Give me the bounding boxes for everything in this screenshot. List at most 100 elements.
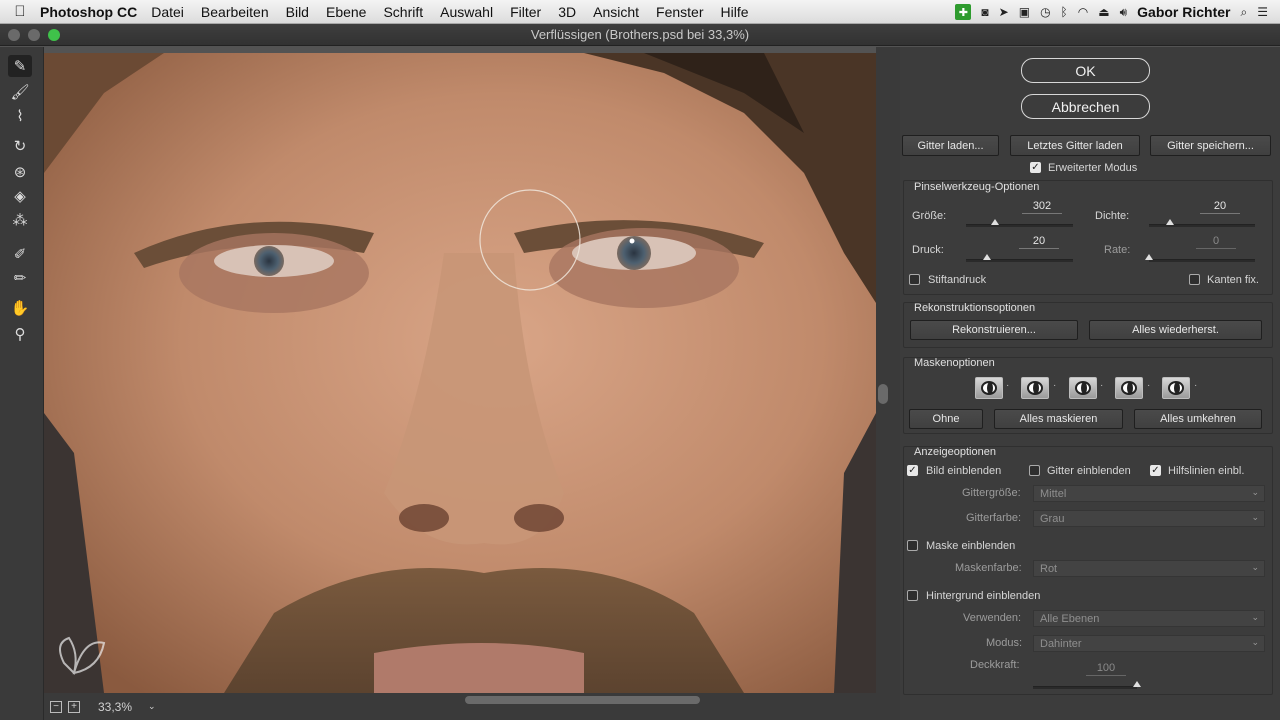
- thaw-mask-tool-icon[interactable]: ✏: [8, 267, 32, 289]
- status-app-icon[interactable]: ✚: [955, 4, 972, 20]
- reconstruct-button[interactable]: Rekonstruieren...: [910, 320, 1078, 340]
- mode-select[interactable]: Dahinter ⌄: [1033, 635, 1265, 652]
- camera-icon[interactable]: ◙: [981, 5, 988, 19]
- menu-datei[interactable]: Datei: [151, 4, 184, 20]
- opacity-field[interactable]: 100: [1086, 662, 1126, 676]
- pressure-slider[interactable]: [966, 254, 1073, 262]
- zoom-button[interactable]: [48, 29, 60, 41]
- cancel-button[interactable]: Abbrechen: [1021, 94, 1150, 119]
- pucker-tool-icon[interactable]: ⊛: [8, 161, 32, 183]
- load-last-mesh-button[interactable]: Letztes Gitter laden: [1010, 135, 1140, 156]
- zoom-in-button[interactable]: +: [68, 700, 80, 713]
- arrow-icon[interactable]: ➤: [999, 5, 1009, 19]
- mask-none-button[interactable]: Ohne: [909, 409, 983, 429]
- zoom-tool-icon[interactable]: ⚲: [8, 323, 32, 345]
- window-title: Verflüssigen (Brothers.psd bei 33,3%): [530, 27, 750, 42]
- eject-icon[interactable]: ⏏: [1098, 5, 1109, 19]
- mask-subtract-icon[interactable]: [1069, 377, 1097, 399]
- minimize-button[interactable]: [28, 29, 40, 41]
- show-mask-checkbox[interactable]: [907, 540, 918, 551]
- apple-icon[interactable]: : [0, 3, 40, 20]
- ok-button[interactable]: OK: [1021, 58, 1150, 83]
- size-slider[interactable]: [966, 219, 1073, 227]
- freeze-mask-tool-icon[interactable]: ✐: [8, 243, 32, 265]
- menubar:  Photoshop CC Datei Bearbeiten Bild Ebe…: [0, 0, 1280, 24]
- mask-replace-menu[interactable]: ·: [1006, 380, 1009, 391]
- rate-field[interactable]: 0: [1196, 235, 1236, 249]
- mask-color-select[interactable]: Rot ⌄: [1033, 560, 1265, 577]
- vertical-scrollbar[interactable]: [878, 384, 888, 404]
- pressure-label: Druck:: [912, 244, 944, 256]
- forward-warp-tool-icon[interactable]: ✎: [8, 55, 32, 77]
- chevron-down-icon[interactable]: ⌄: [148, 701, 156, 712]
- liquify-canvas[interactable]: [44, 53, 876, 693]
- density-field[interactable]: 20: [1200, 200, 1240, 214]
- mask-replace-icon[interactable]: [975, 377, 1003, 399]
- reconstruct-tool-icon[interactable]: 🖌︎: [8, 81, 32, 103]
- mask-color-value: Rot: [1040, 562, 1058, 575]
- restore-all-button[interactable]: Alles wiederherst.: [1089, 320, 1262, 340]
- mask-add-icon[interactable]: [1021, 377, 1049, 399]
- pressure-field[interactable]: 20: [1019, 235, 1059, 249]
- menu-bild[interactable]: Bild: [286, 4, 309, 20]
- menu-hilfe[interactable]: Hilfe: [721, 4, 749, 20]
- invert-all-button[interactable]: Alles umkehren: [1134, 409, 1262, 429]
- spotlight-icon[interactable]: ⌕: [1241, 5, 1248, 20]
- stylus-pressure-checkbox[interactable]: [909, 274, 920, 285]
- mask-intersect-menu[interactable]: ·: [1147, 380, 1150, 391]
- menu-ebene[interactable]: Ebene: [326, 4, 366, 20]
- size-slider-thumb[interactable]: [990, 219, 999, 225]
- wifi-icon[interactable]: ◠: [1078, 5, 1088, 19]
- show-mesh-checkbox[interactable]: [1029, 465, 1040, 476]
- zoom-level[interactable]: 33,3%: [98, 700, 132, 714]
- horizontal-scrollbar[interactable]: [465, 696, 700, 704]
- menu-schrift[interactable]: Schrift: [383, 4, 423, 20]
- chevron-down-icon: ⌄: [1251, 562, 1259, 572]
- show-image-checkbox[interactable]: ✓: [907, 465, 918, 476]
- opacity-slider[interactable]: [1033, 681, 1141, 689]
- use-select[interactable]: Alle Ebenen ⌄: [1033, 610, 1265, 627]
- mesh-size-select[interactable]: Mittel ⌄: [1033, 485, 1265, 502]
- mesh-color-select[interactable]: Grau ⌄: [1033, 510, 1265, 527]
- mode-value: Dahinter: [1040, 637, 1082, 650]
- bluetooth-icon[interactable]: ᛒ: [1061, 5, 1068, 19]
- mask-intersect-icon[interactable]: [1115, 377, 1143, 399]
- mask-all-button[interactable]: Alles maskieren: [994, 409, 1123, 429]
- size-field[interactable]: 302: [1022, 200, 1062, 214]
- bloat-tool-icon[interactable]: ◈: [8, 185, 32, 207]
- menu-3d[interactable]: 3D: [558, 4, 576, 20]
- menu-ansicht[interactable]: Ansicht: [593, 4, 639, 20]
- user-name[interactable]: Gabor Richter: [1137, 4, 1230, 20]
- smooth-tool-icon[interactable]: ⌇: [8, 105, 32, 127]
- app-menu[interactable]: Photoshop CC: [40, 4, 137, 20]
- rate-slider[interactable]: [1145, 254, 1255, 262]
- rate-slider-thumb[interactable]: [1145, 254, 1153, 260]
- menu-bearbeiten[interactable]: Bearbeiten: [201, 4, 269, 20]
- notification-center-icon[interactable]: ☰: [1257, 5, 1268, 19]
- menu-fenster[interactable]: Fenster: [656, 4, 703, 20]
- density-slider-thumb[interactable]: [1166, 219, 1175, 225]
- menu-auswahl[interactable]: Auswahl: [440, 4, 493, 20]
- mask-subtract-menu[interactable]: ·: [1100, 380, 1103, 391]
- volume-icon[interactable]: 🔊︎: [1120, 5, 1128, 20]
- opacity-slider-thumb[interactable]: [1133, 681, 1141, 687]
- hand-tool-icon[interactable]: ✋: [8, 297, 32, 319]
- load-mesh-button[interactable]: Gitter laden...: [902, 135, 999, 156]
- advanced-mode-checkbox[interactable]: ✓: [1030, 162, 1041, 173]
- zoom-out-button[interactable]: −: [50, 700, 62, 713]
- mask-add-menu[interactable]: ·: [1053, 380, 1056, 391]
- menu-filter[interactable]: Filter: [510, 4, 541, 20]
- close-button[interactable]: [8, 29, 20, 41]
- monitor-icon[interactable]: ▣: [1019, 5, 1030, 19]
- mask-invert-menu[interactable]: ·: [1194, 380, 1197, 391]
- density-slider[interactable]: [1149, 219, 1255, 227]
- show-guides-checkbox[interactable]: ✓: [1150, 465, 1161, 476]
- save-mesh-button[interactable]: Gitter speichern...: [1150, 135, 1271, 156]
- time-machine-icon[interactable]: ◷: [1040, 5, 1050, 19]
- show-backdrop-checkbox[interactable]: [907, 590, 918, 601]
- pressure-slider-thumb[interactable]: [983, 254, 992, 260]
- pin-edges-checkbox[interactable]: [1189, 274, 1200, 285]
- mask-invert-icon[interactable]: [1162, 377, 1190, 399]
- twirl-tool-icon[interactable]: ↻: [8, 135, 32, 157]
- push-left-tool-icon[interactable]: ⁂: [8, 209, 32, 231]
